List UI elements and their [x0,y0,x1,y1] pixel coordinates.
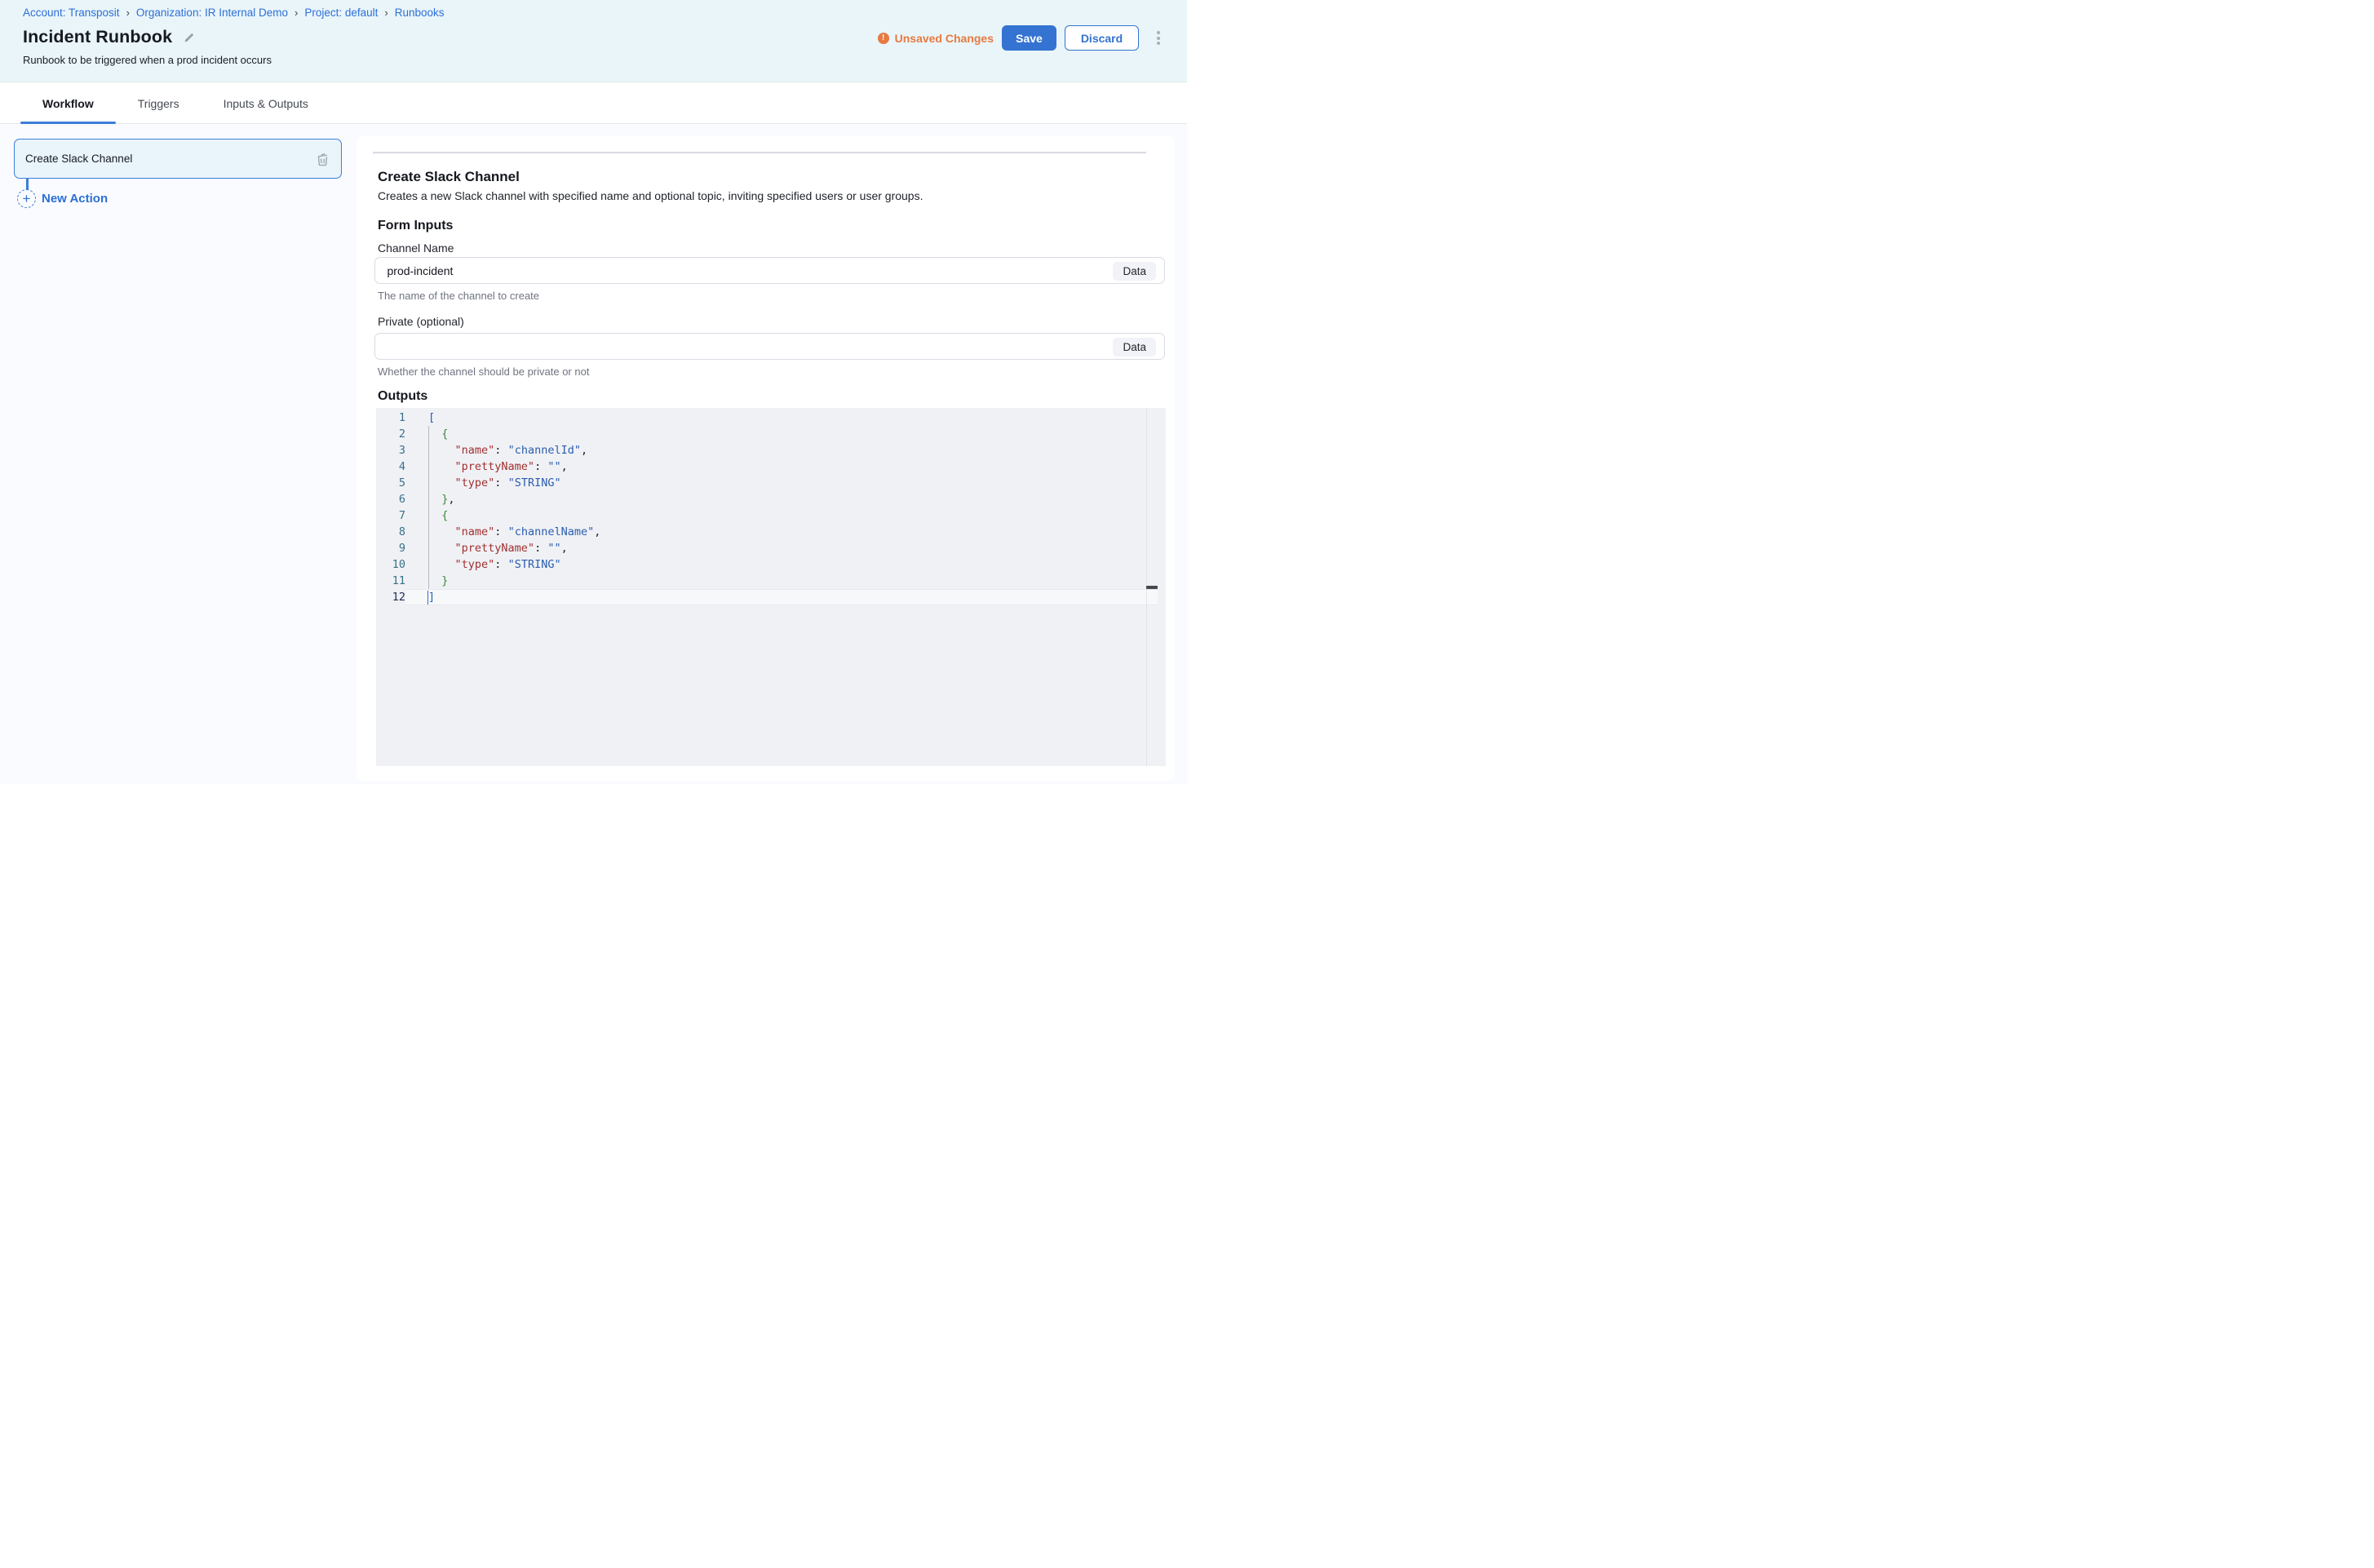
edit-title-pencil-icon[interactable] [183,31,196,44]
content-area: Create Slack Channel + New Action Create… [0,124,1187,784]
new-action-label: New Action [42,192,108,206]
code-line-2: 2 { [376,426,1166,442]
alert-circle-icon: ! [878,33,889,44]
code-text: "type": "STRING" [405,475,1158,491]
code-line-7: 7 { [376,507,1166,524]
action-detail-panel: Create Slack Channel Creates a new Slack… [357,136,1176,781]
action-description: Creates a new Slack channel with specifi… [378,189,923,202]
private-input[interactable] [375,334,1165,359]
code-text: "type": "STRING" [405,556,1158,573]
breadcrumb: Account: Transposit › Organization: IR Int… [23,7,445,19]
code-line-8: 8 "name": "channelName", [376,524,1166,540]
breadcrumb-separator-icon: › [126,7,130,19]
tab-triggers[interactable]: Triggers [116,83,202,123]
channel-name-label: Channel Name [378,241,454,255]
tab-workflow[interactable]: Workflow [20,83,116,123]
delete-action-trash-icon[interactable] [314,151,330,167]
channel-name-data-button[interactable]: Data [1113,262,1156,281]
private-label: Private (optional) [378,315,464,328]
save-button[interactable]: Save [1002,25,1056,51]
action-card-label: Create Slack Channel [25,153,132,165]
code-line-1: 1[ [376,410,1166,426]
channel-name-help: The name of the channel to create [378,290,539,302]
code-text: } [405,573,1158,589]
breadcrumb-link-organization-ir-internal-demo[interactable]: Organization: IR Internal Demo [136,7,288,19]
code-line-4: 4 "prettyName": "", [376,458,1166,475]
line-number: 9 [376,540,405,556]
tab-label: Workflow [42,97,94,110]
outputs-code-editor[interactable]: 1[2 {3 "name": "channelId",4 "prettyName… [376,408,1166,766]
channel-name-input[interactable] [375,258,1165,283]
code-line-9: 9 "prettyName": "", [376,540,1166,556]
code-line-3: 3 "name": "channelId", [376,442,1166,458]
line-number: 1 [376,410,405,426]
code-line-6: 6 }, [376,491,1166,507]
line-number: 6 [376,491,405,507]
editor-scrollbar-thumb[interactable] [1146,586,1158,589]
code-line-12: 12] [376,589,1166,605]
code-text: }, [405,491,1158,507]
tab-bar: Workflow Triggers Inputs & Outputs [0,83,1187,124]
private-data-button[interactable]: Data [1113,338,1156,357]
indent-guide-line [428,426,429,589]
tab-label: Triggers [138,97,179,110]
line-number: 8 [376,524,405,540]
code-lines: 1[2 {3 "name": "channelId",4 "prettyName… [376,410,1166,605]
breadcrumb-separator-icon: › [384,7,388,19]
line-number: 10 [376,556,405,573]
tab-inputs-outputs[interactable]: Inputs & Outputs [202,83,330,123]
code-text: "prettyName": "", [405,540,1158,556]
code-text: { [405,426,1158,442]
form-inputs-heading: Form Inputs [378,219,453,233]
code-text: "name": "channelId", [405,442,1158,458]
line-number: 11 [376,573,405,589]
workflow-connector-line [26,179,29,190]
unsaved-changes-badge: ! Unsaved Changes [878,32,994,45]
line-number: 5 [376,475,405,491]
breadcrumb-separator-icon: › [295,7,298,19]
workflow-action-card-create-slack-channel[interactable]: Create Slack Channel [14,139,342,179]
page-subtitle: Runbook to be triggered when a prod inci… [23,54,272,66]
private-field-wrap: Data [374,333,1166,360]
action-detail-title: Create Slack Channel [378,169,520,185]
top-divider [373,152,1146,153]
code-line-10: 10 "type": "STRING" [376,556,1166,573]
page-header: Account: Transposit › Organization: IR Int… [0,0,1187,82]
code-text: "name": "channelName", [405,524,1158,540]
breadcrumb-link-runbooks[interactable]: Runbooks [395,7,445,19]
plus-circle-icon: + [17,189,36,208]
code-text: { [405,507,1158,524]
private-help: Whether the channel should be private or… [378,365,589,378]
more-options-kebab-icon[interactable] [1151,27,1166,50]
outputs-heading: Outputs [378,389,427,404]
code-line-11: 11 } [376,573,1166,589]
breadcrumb-link-project-default[interactable]: Project: default [304,7,378,19]
code-text: "prettyName": "", [405,458,1158,475]
line-number: 12 [376,589,405,605]
discard-button[interactable]: Discard [1065,25,1139,51]
text-cursor-caret [427,591,429,605]
line-number: 3 [376,442,405,458]
code-text: [ [405,410,1158,426]
tab-label: Inputs & Outputs [224,97,308,110]
line-number: 4 [376,458,405,475]
line-number: 7 [376,507,405,524]
channel-name-field-wrap: Data [374,257,1166,284]
code-text: ] [405,589,1158,605]
unsaved-changes-label: Unsaved Changes [895,32,994,45]
new-action-button[interactable]: + New Action [17,189,108,208]
page-title: Incident Runbook [23,27,172,47]
code-line-5: 5 "type": "STRING" [376,475,1166,491]
breadcrumb-link-account-transposit[interactable]: Account: Transposit [23,7,120,19]
line-number: 2 [376,426,405,442]
